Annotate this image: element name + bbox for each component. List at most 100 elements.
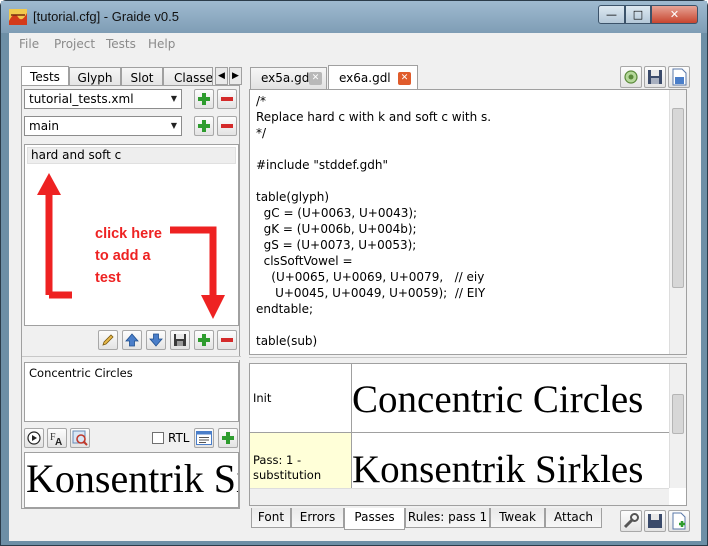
rtl-label: RTL	[168, 431, 190, 445]
code-line: gC = (U+0063, U+0043);	[256, 206, 418, 220]
code-line: Replace hard c with k and soft c with s.	[256, 110, 492, 124]
floppy-disk-icon	[648, 514, 662, 528]
remove-test-button[interactable]	[217, 330, 237, 350]
add-test-file-button[interactable]	[194, 89, 214, 109]
rtl-checkbox[interactable]	[152, 432, 164, 444]
tab-scroll-left-icon[interactable]: ◀	[215, 67, 228, 85]
tab-rules[interactable]: Rules: pass 1	[405, 508, 490, 528]
window-title: [tutorial.cfg] - Graide v0.5	[33, 9, 179, 24]
close-icon[interactable]: ✕	[309, 72, 322, 85]
font-features-button[interactable]: F A	[47, 428, 67, 448]
add-test-button[interactable]	[194, 330, 214, 350]
code-line: gK = (U+006b, U+004b);	[256, 222, 417, 236]
minimize-button[interactable]: —	[598, 5, 625, 24]
code-line: table(glyph)	[256, 190, 330, 204]
floppy-disk-icon	[174, 334, 186, 346]
code-editor[interactable]: /* Replace hard c with k and soft c with …	[249, 89, 687, 355]
test-properties-button[interactable]	[194, 428, 214, 448]
chevron-down-icon: ▼	[170, 121, 177, 130]
tab-errors[interactable]: Errors	[291, 508, 344, 528]
editor-scroll-thumb[interactable]	[672, 108, 684, 288]
code-line: clsSoftVowel =	[256, 254, 353, 268]
floppy-disk-icon	[648, 70, 662, 84]
test-file-value: tutorial_tests.xml	[29, 92, 134, 106]
save-as-icon	[672, 68, 687, 86]
menu-project[interactable]: Project	[54, 37, 95, 51]
code-line: */	[256, 126, 267, 140]
editor-tab-label: ex5a.gdl	[261, 71, 313, 85]
tab-tweak[interactable]: Tweak	[490, 508, 545, 528]
list-details-icon	[196, 431, 212, 445]
editor-tab-ex5a[interactable]: ex5a.gdl ✕	[250, 67, 327, 89]
play-icon	[27, 431, 41, 445]
code-line: (U+0065, U+0069, U+0079, // eiy	[256, 270, 485, 284]
editor-tab-ex6a[interactable]: ex6a.gdl ✕	[328, 65, 418, 90]
passes-scroll-thumb[interactable]	[672, 394, 684, 434]
tab-passes[interactable]: Passes	[344, 508, 405, 530]
run-test-button[interactable]	[24, 428, 44, 448]
add-test-from-text-button[interactable]	[218, 428, 238, 448]
inspect-test-button[interactable]	[70, 428, 90, 448]
app-window: [tutorial.cfg] - Graide v0.5 — □ ✕ File …	[0, 0, 708, 546]
pass-output-init[interactable]: Concentric Circles	[352, 364, 669, 433]
code-line: #include "stddef.gdh"	[256, 158, 388, 172]
pass-output-substitution[interactable]: Konsentrik Sirkles	[352, 433, 669, 489]
move-down-button[interactable]	[146, 330, 166, 350]
hint-line: test	[95, 270, 121, 286]
code-line: endtable;	[256, 302, 314, 316]
close-button[interactable]: ✕	[651, 5, 698, 24]
remove-group-button[interactable]	[217, 116, 237, 136]
tab-font[interactable]: Font	[251, 508, 291, 528]
preview-rendered-text: Konsentrik Sirkles	[26, 456, 238, 501]
save-file-button[interactable]	[644, 66, 666, 88]
passes-hscrollbar[interactable]	[250, 488, 669, 505]
graide-app-icon	[9, 9, 27, 25]
pass-label-init[interactable]: Init	[250, 364, 352, 433]
pass-label-substitution[interactable]: Pass: 1 - substitution	[250, 433, 352, 489]
test-options-row: F A RTL	[22, 426, 241, 450]
panel-splitter[interactable]	[22, 356, 241, 360]
edit-test-button[interactable]	[98, 330, 118, 350]
editor-tab-label: ex6a.gdl	[339, 71, 391, 85]
editor-splitter[interactable]	[249, 357, 687, 361]
test-file-select[interactable]: tutorial_tests.xml ▼	[24, 89, 182, 109]
add-group-button[interactable]	[194, 116, 214, 136]
tests-panel: tutorial_tests.xml ▼ main ▼ hard and sof…	[21, 85, 241, 509]
title-bar[interactable]: [tutorial.cfg] - Graide v0.5 — □ ✕	[1, 1, 707, 33]
new-document-button[interactable]	[668, 510, 690, 532]
tab-scroll-right-icon[interactable]: ▶	[229, 67, 242, 85]
pencil-icon	[102, 334, 114, 346]
menu-help[interactable]: Help	[148, 37, 175, 51]
menu-bar: File Project Tests Help	[9, 33, 701, 55]
gear-build-icon	[624, 70, 638, 84]
save-as-button[interactable]	[668, 66, 690, 88]
maximize-button[interactable]: □	[625, 5, 651, 24]
test-group-select[interactable]: main ▼	[24, 116, 182, 136]
close-icon[interactable]: ✕	[398, 72, 411, 85]
add-test-hint: click here to add a test	[95, 223, 195, 289]
test-preview: Konsentrik Sirkles	[24, 452, 239, 508]
save-tests-button[interactable]	[170, 330, 190, 350]
save-test-results-button[interactable]	[644, 510, 666, 532]
client-area: File Project Tests Help Tests Glyph Slot…	[9, 33, 701, 541]
test-list[interactable]: hard and soft c click here to add a test	[24, 144, 239, 326]
menu-tests[interactable]: Tests	[106, 37, 136, 51]
magnifier-icon	[72, 430, 88, 446]
settings-button[interactable]	[620, 510, 642, 532]
build-button[interactable]	[620, 66, 642, 88]
remove-test-file-button[interactable]	[217, 89, 237, 109]
arrow-up-icon	[125, 333, 139, 347]
font-feature-icon: F A	[50, 432, 62, 448]
chevron-down-icon: ▼	[170, 94, 177, 103]
code-line: gS = (U+0073, U+0053);	[256, 238, 417, 252]
code-line: /*	[256, 94, 267, 108]
test-text-field[interactable]: Concentric Circles	[24, 362, 239, 422]
move-up-button[interactable]	[122, 330, 142, 350]
menu-file[interactable]: File	[19, 37, 39, 51]
passes-vscrollbar[interactable]	[669, 364, 686, 488]
hint-line: click here	[95, 226, 162, 242]
editor-scrollbar[interactable]	[669, 90, 686, 354]
arrow-down-icon	[149, 333, 163, 347]
tab-attach[interactable]: Attach	[545, 508, 602, 528]
passes-table: Init Concentric Circles Pass: 1 - substi…	[249, 363, 687, 506]
